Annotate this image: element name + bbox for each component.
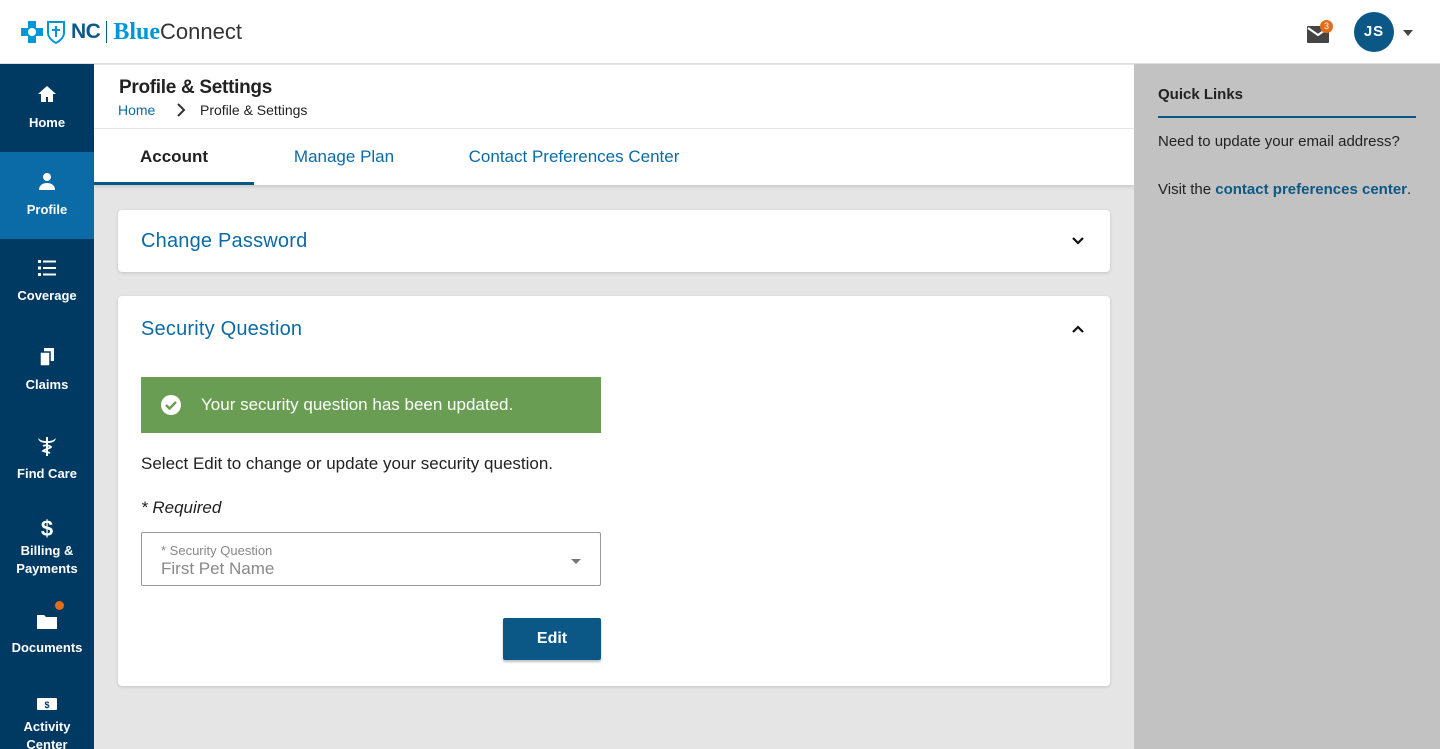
page-title: Profile & Settings bbox=[119, 77, 272, 98]
breadcrumb-current: Profile & Settings bbox=[200, 102, 308, 118]
chevron-right-icon bbox=[177, 103, 186, 117]
sidebar-item-billing[interactable]: $ Billing & Payments bbox=[0, 503, 94, 591]
required-note: * Required bbox=[141, 498, 222, 517]
sidebar-item-label: Activity bbox=[23, 719, 71, 734]
mail-count-badge: 3 bbox=[1320, 20, 1333, 33]
chevron-down-icon[interactable] bbox=[1403, 30, 1413, 36]
chevron-down-icon[interactable] bbox=[1071, 234, 1085, 248]
home-icon bbox=[38, 86, 56, 102]
check-circle-icon bbox=[161, 395, 181, 415]
success-message: Your security question has been updated. bbox=[201, 395, 514, 414]
security-question-description: Select Edit to change or update your sec… bbox=[141, 454, 554, 473]
side-navigation: Home Profile Coverage Claims Find Care $… bbox=[0, 64, 94, 749]
logo-connect-text: Connect bbox=[160, 19, 242, 44]
sidebar-item-activity-center[interactable]: $ Activity Center bbox=[0, 679, 94, 749]
blue-shield-icon bbox=[47, 21, 65, 44]
security-question-panel: Security Question Your security question… bbox=[118, 296, 1110, 686]
breadcrumb-home-link[interactable]: Home bbox=[118, 102, 155, 118]
quick-links-visit-prefix: Visit the bbox=[1158, 181, 1216, 198]
quick-links-title: Quick Links bbox=[1158, 86, 1244, 103]
logo-divider bbox=[106, 21, 108, 43]
quick-links-panel: Quick Links Need to update your email ad… bbox=[1134, 64, 1440, 749]
sidebar-item-label: Find Care bbox=[17, 466, 77, 481]
sidebar-item-label: Home bbox=[28, 115, 66, 130]
sidebar-item-home[interactable]: Home bbox=[0, 64, 94, 152]
sidebar-item-label: Documents bbox=[11, 640, 83, 655]
quick-links-visit-suffix: . bbox=[1407, 181, 1412, 198]
quick-links-text: Need to update your email address? bbox=[1158, 133, 1400, 150]
folder-icon bbox=[37, 615, 57, 629]
select-value: First Pet Name bbox=[161, 559, 275, 578]
dollar-icon: $ bbox=[41, 516, 53, 540]
tab-contact-preferences[interactable]: Contact Preferences Center bbox=[454, 129, 694, 185]
sidebar-item-find-care[interactable]: Find Care bbox=[0, 415, 94, 503]
top-header: NC Blue Connect 3 JS bbox=[0, 0, 1440, 64]
quick-links-visit: Visit the contact preferences center. bbox=[1158, 181, 1411, 198]
change-password-panel[interactable]: Change Password bbox=[118, 210, 1110, 272]
user-avatar[interactable]: JS bbox=[1354, 12, 1394, 52]
logo-nc-text: NC bbox=[71, 20, 101, 43]
sidebar-item-label: Claims bbox=[25, 377, 69, 392]
security-question-select[interactable]: * Security Question First Pet Name bbox=[141, 532, 601, 586]
sidebar-item-documents[interactable]: Documents bbox=[0, 591, 94, 679]
sidebar-item-label-line2: Center bbox=[26, 737, 68, 749]
svg-text:$: $ bbox=[41, 516, 53, 540]
tab-manage-plan[interactable]: Manage Plan bbox=[264, 129, 424, 185]
logo-blue-text: Blue bbox=[113, 18, 161, 45]
sidebar-item-label: Coverage bbox=[17, 288, 77, 303]
quick-links-divider bbox=[1158, 116, 1416, 118]
select-label: * Security Question bbox=[161, 543, 273, 558]
sidebar-item-claims[interactable]: Claims bbox=[0, 327, 94, 415]
edit-button[interactable]: Edit bbox=[503, 618, 601, 660]
documents-notification-dot bbox=[55, 601, 64, 610]
svg-text:$: $ bbox=[44, 700, 49, 710]
card-icon: $ bbox=[37, 698, 57, 710]
page-header: Profile & Settings Home Profile & Settin… bbox=[94, 65, 1134, 129]
person-icon bbox=[39, 173, 55, 190]
sidebar-item-label: Billing & bbox=[20, 543, 74, 558]
success-alert: Your security question has been updated. bbox=[141, 377, 601, 433]
tab-bar: Account Manage Plan Contact Preferences … bbox=[94, 129, 1134, 185]
list-icon bbox=[38, 260, 56, 276]
chevron-up-icon[interactable] bbox=[1071, 322, 1085, 336]
security-question-title[interactable]: Security Question bbox=[141, 318, 302, 341]
sidebar-item-coverage[interactable]: Coverage bbox=[0, 239, 94, 327]
caduceus-icon bbox=[38, 437, 56, 456]
change-password-title[interactable]: Change Password bbox=[141, 230, 307, 253]
documents-icon bbox=[39, 348, 54, 367]
contact-preferences-link[interactable]: contact preferences center bbox=[1215, 181, 1407, 198]
sidebar-item-label: Profile bbox=[26, 202, 68, 217]
tab-account[interactable]: Account bbox=[94, 129, 254, 185]
bcbs-logo[interactable]: NC Blue Connect bbox=[20, 18, 242, 46]
sidebar-item-profile[interactable]: Profile bbox=[0, 152, 94, 239]
blue-cross-icon bbox=[21, 21, 43, 43]
sidebar-item-label-line2: Payments bbox=[16, 561, 78, 576]
caret-down-icon bbox=[571, 559, 581, 564]
